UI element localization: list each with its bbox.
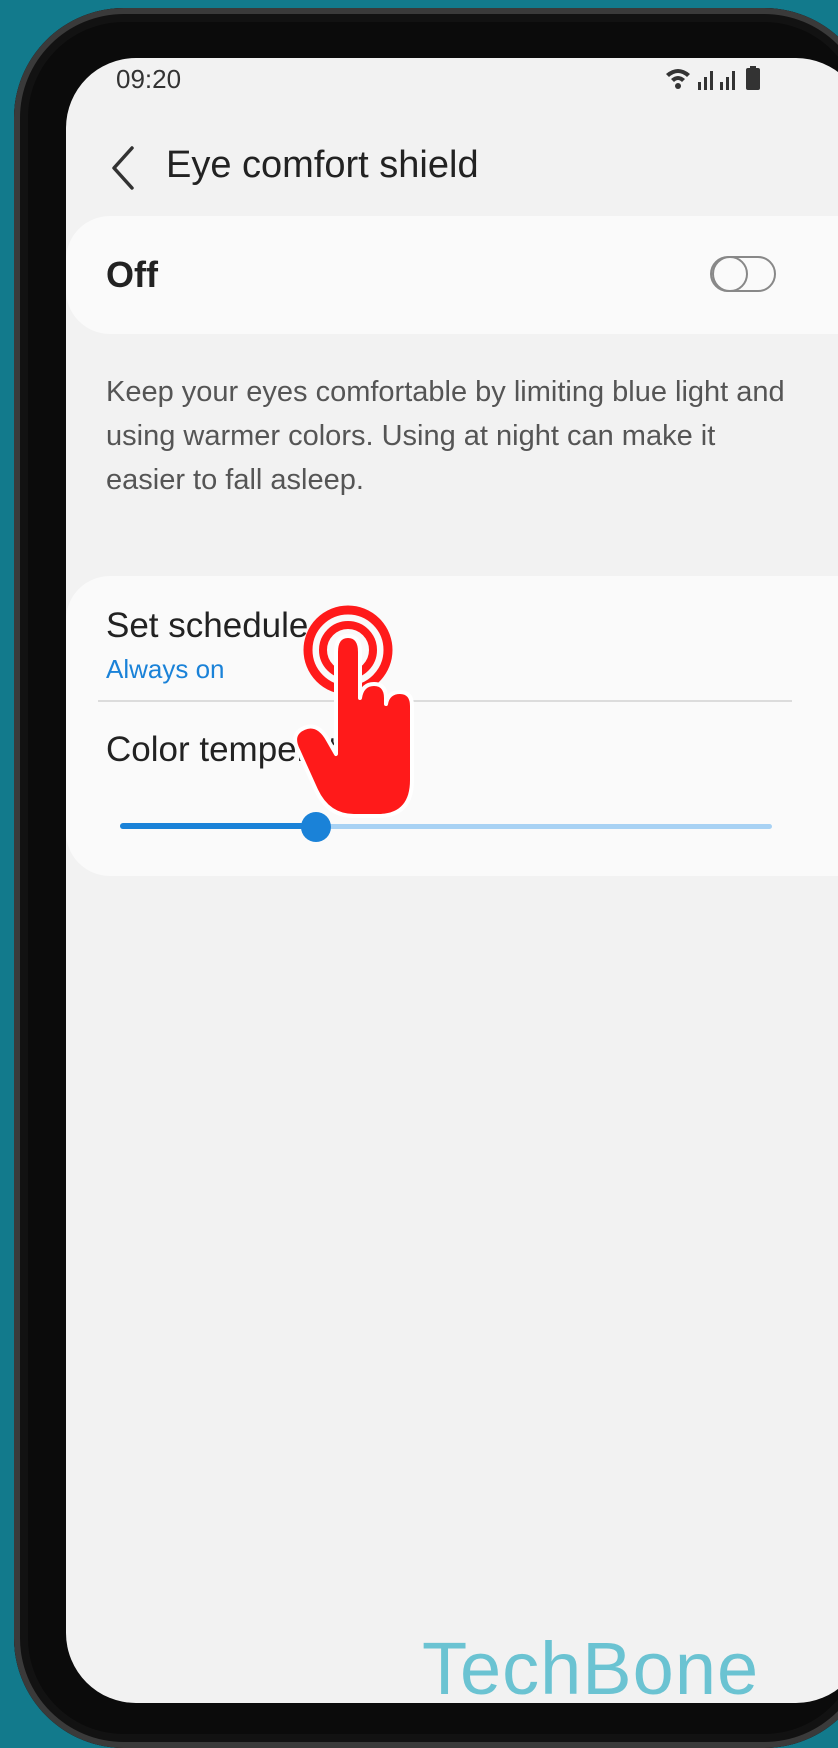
settings-card: Set schedule Always on Color temperature (66, 576, 838, 876)
app-header: Eye comfort shield (66, 128, 838, 208)
set-schedule-value: Always on (106, 654, 225, 684)
tap-hand-icon (293, 605, 414, 818)
back-arrow-icon[interactable] (104, 138, 144, 198)
wifi-icon (666, 69, 690, 89)
color-temperature-slider[interactable] (120, 812, 772, 842)
battery-icon (746, 66, 760, 90)
phone-frame: 09:20 Eye comfort shield Off Keep your e… (14, 8, 838, 1748)
techbone-watermark: TechBone (422, 1627, 760, 1703)
status-bar: 09:20 (66, 58, 838, 114)
status-icons (666, 66, 760, 90)
phone-screen: 09:20 Eye comfort shield Off Keep your e… (66, 58, 838, 1703)
divider (98, 700, 792, 702)
status-time: 09:20 (116, 64, 182, 94)
master-toggle-card[interactable]: Off (66, 216, 838, 334)
toggle-state-label: Off (106, 254, 158, 295)
signal-icon (698, 71, 735, 90)
page-title: Eye comfort shield (166, 144, 479, 186)
eye-comfort-toggle[interactable] (710, 256, 776, 292)
slider-fill (120, 823, 316, 829)
toggle-knob (712, 256, 748, 292)
feature-description: Keep your eyes comfortable by limiting b… (106, 376, 785, 496)
